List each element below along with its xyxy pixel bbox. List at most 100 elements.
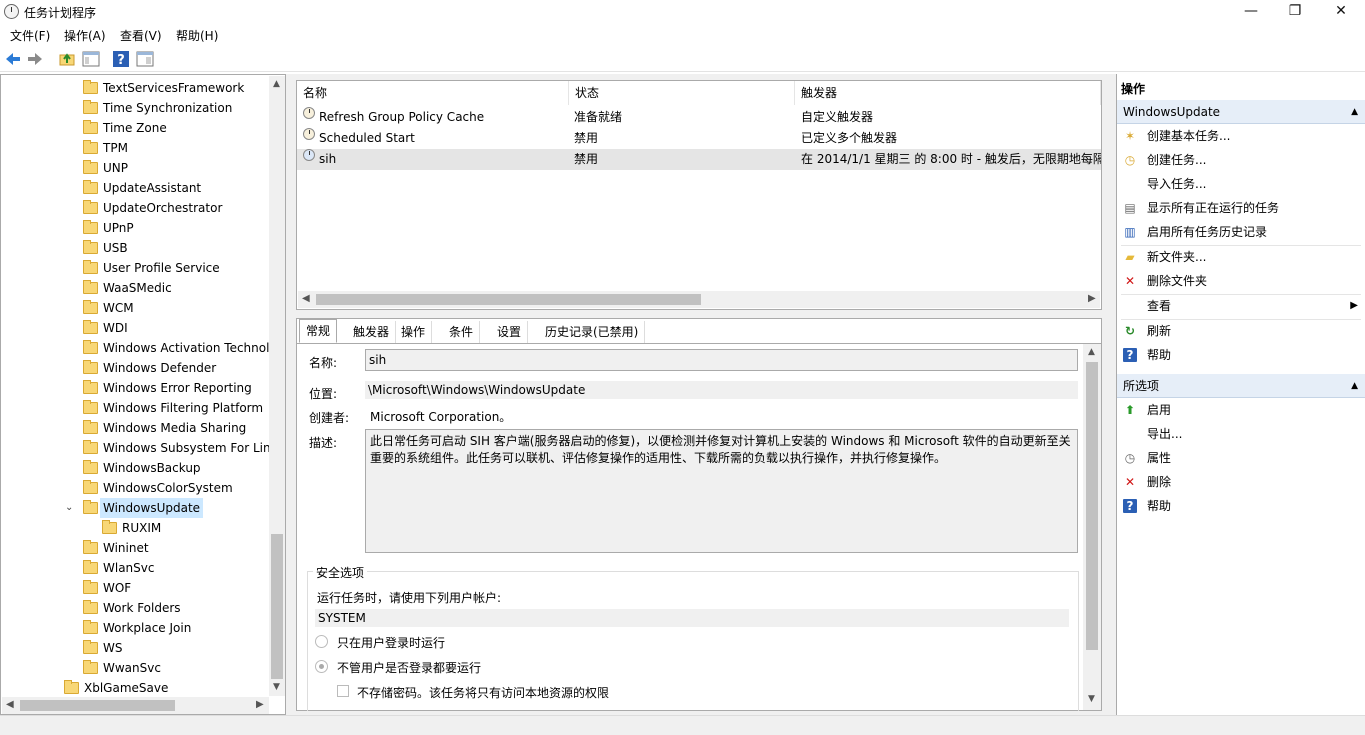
- tasklist-hscroll-thumb[interactable]: [316, 294, 701, 305]
- task-clock-icon: [303, 128, 315, 140]
- tree-item[interactable]: WCM: [1, 298, 268, 318]
- action-item[interactable]: ↻ 刷新: [1117, 319, 1365, 343]
- action-item[interactable]: 导出...: [1117, 422, 1365, 446]
- action-item[interactable]: ◷ 创建任务...: [1117, 148, 1365, 172]
- tab-history[interactable]: 历史记录(已禁用): [539, 321, 646, 343]
- tree-item[interactable]: WindowsColorSystem: [1, 478, 268, 498]
- tree-item[interactable]: WlanSvc: [1, 558, 268, 578]
- task-row[interactable]: Scheduled Start 禁用 已定义多个触发器: [297, 128, 1101, 149]
- column-header-name[interactable]: 名称: [297, 81, 569, 105]
- forward-arrow-icon[interactable]: [26, 50, 44, 68]
- name-label: 名称:: [309, 356, 338, 370]
- radio-run-whether-logged-on[interactable]: [315, 660, 328, 673]
- tree-item[interactable]: Windows Filtering Platform: [1, 398, 268, 418]
- actions-section-windowsupdate[interactable]: WindowsUpdate ▲: [1117, 100, 1365, 124]
- action-item[interactable]: ✶ 创建基本任务...: [1117, 124, 1365, 148]
- minimize-button[interactable]: —: [1228, 0, 1274, 24]
- maximize-button[interactable]: ❐: [1272, 0, 1318, 24]
- tree-item[interactable]: TextServicesFramework: [1, 78, 268, 98]
- tree-item[interactable]: Windows Error Reporting: [1, 378, 268, 398]
- tree-item[interactable]: Windows Defender: [1, 358, 268, 378]
- tree-item[interactable]: Wininet: [1, 538, 268, 558]
- tree-item[interactable]: WS: [1, 638, 268, 658]
- scroll-down-icon[interactable]: ▼: [273, 682, 280, 692]
- tree-item[interactable]: Time Synchronization: [1, 98, 268, 118]
- action-item[interactable]: ◷ 属性: [1117, 446, 1365, 470]
- tab-triggers[interactable]: 触发器: [347, 321, 397, 343]
- action-item[interactable]: ▤ 显示所有正在运行的任务: [1117, 196, 1365, 220]
- tree-item[interactable]: RUXIM: [1, 518, 268, 538]
- tab-settings[interactable]: 设置: [491, 321, 529, 343]
- tree-horizontal-scrollbar[interactable]: ◀ ▶: [2, 697, 269, 714]
- action-item[interactable]: ▰ 新文件夹...: [1117, 245, 1365, 269]
- show-hide-action-pane-icon[interactable]: [136, 50, 154, 68]
- tree-item[interactable]: XblGameSave: [1, 678, 268, 698]
- tree-vscroll-thumb[interactable]: [271, 534, 283, 679]
- scroll-up-icon[interactable]: ▲: [273, 79, 280, 89]
- collapse-icon[interactable]: ▲: [1351, 100, 1358, 124]
- description-field[interactable]: 此日常任务可启动 SIH 客户端(服务器启动的修复)，以便检测并修复对计算机上安…: [365, 429, 1078, 553]
- action-item[interactable]: ? 帮助: [1117, 343, 1365, 367]
- close-button[interactable]: ✕: [1318, 0, 1364, 24]
- menu-view[interactable]: 查看(V): [120, 27, 162, 44]
- radio-selected-dot: [319, 664, 324, 669]
- tree-vertical-scrollbar[interactable]: ▲ ▼: [269, 76, 285, 696]
- scroll-right-icon[interactable]: ▶: [256, 699, 264, 710]
- tab-general[interactable]: 常规: [299, 319, 338, 343]
- tree-item[interactable]: WOF: [1, 578, 268, 598]
- scroll-down-icon[interactable]: ▼: [1088, 694, 1095, 704]
- action-item[interactable]: 导入任务...: [1117, 172, 1365, 196]
- tree-item[interactable]: UpdateOrchestrator: [1, 198, 268, 218]
- radio-run-when-logged-on[interactable]: [315, 635, 328, 648]
- task-row-selected[interactable]: sih 禁用 在 2014/1/1 星期三 的 8:00 时 - 触发后，无限期…: [297, 149, 1101, 170]
- scroll-right-icon[interactable]: ▶: [1088, 293, 1096, 304]
- tree-item[interactable]: WDI: [1, 318, 268, 338]
- tab-conditions[interactable]: 条件: [443, 321, 481, 343]
- tree-item[interactable]: Windows Media Sharing: [1, 418, 268, 438]
- tree-item[interactable]: UPnP: [1, 218, 268, 238]
- expand-chevron-icon[interactable]: ⌄: [65, 498, 73, 518]
- action-item[interactable]: ✕ 删除: [1117, 470, 1365, 494]
- tree-item[interactable]: ⌄ WindowsUpdate: [1, 498, 268, 518]
- tree-item[interactable]: Windows Activation Technolo: [1, 338, 277, 358]
- tree-item[interactable]: Work Folders: [1, 598, 268, 618]
- tasklist-horizontal-scrollbar[interactable]: ◀ ▶: [298, 291, 1100, 308]
- details-vscroll-thumb[interactable]: [1086, 362, 1098, 650]
- up-folder-icon[interactable]: [58, 50, 76, 68]
- action-item[interactable]: ▥ 启用所有任务历史记录: [1117, 220, 1365, 244]
- back-arrow-icon[interactable]: [4, 50, 22, 68]
- tree-item[interactable]: UNP: [1, 158, 268, 178]
- tree-item[interactable]: WwanSvc: [1, 658, 268, 678]
- tree-item[interactable]: WaaSMedic: [1, 278, 268, 298]
- scroll-left-icon[interactable]: ◀: [302, 293, 310, 304]
- scroll-left-icon[interactable]: ◀: [6, 699, 14, 710]
- collapse-icon[interactable]: ▲: [1351, 374, 1358, 398]
- tree-item[interactable]: WindowsBackup: [1, 458, 268, 478]
- help-icon[interactable]: ?: [112, 50, 130, 68]
- details-vertical-scrollbar[interactable]: ▲ ▼: [1083, 344, 1101, 710]
- menu-help[interactable]: 帮助(H): [176, 27, 218, 44]
- tree-item[interactable]: TPM: [1, 138, 268, 158]
- task-row[interactable]: Refresh Group Policy Cache 准备就绪 自定义触发器: [297, 107, 1101, 128]
- tree-item[interactable]: User Profile Service: [1, 258, 268, 278]
- action-item[interactable]: 查看 ▶: [1117, 294, 1365, 318]
- tree-item[interactable]: Windows Subsystem For Linu: [1, 438, 278, 458]
- action-item[interactable]: ✕ 删除文件夹: [1117, 269, 1365, 293]
- column-header-trigger[interactable]: 触发器: [795, 81, 1101, 105]
- scroll-up-icon[interactable]: ▲: [1088, 347, 1095, 357]
- actions-section-selected-item[interactable]: 所选项 ▲: [1117, 374, 1365, 398]
- show-hide-tree-icon[interactable]: [82, 50, 100, 68]
- action-item[interactable]: ⬆ 启用: [1117, 398, 1365, 422]
- column-header-status[interactable]: 状态: [569, 81, 795, 105]
- tree-item[interactable]: USB: [1, 238, 268, 258]
- do-not-store-password-checkbox[interactable]: [337, 685, 349, 697]
- action-item[interactable]: ? 帮助: [1117, 494, 1365, 518]
- tree-item[interactable]: UpdateAssistant: [1, 178, 268, 198]
- tree-hscroll-thumb[interactable]: [20, 700, 175, 711]
- name-field[interactable]: sih: [365, 349, 1078, 371]
- menu-file[interactable]: 文件(F): [10, 27, 50, 44]
- tree-item[interactable]: Time Zone: [1, 118, 268, 138]
- menu-action[interactable]: 操作(A): [64, 27, 106, 44]
- tab-actions[interactable]: 操作: [395, 321, 433, 343]
- tree-item[interactable]: Workplace Join: [1, 618, 268, 638]
